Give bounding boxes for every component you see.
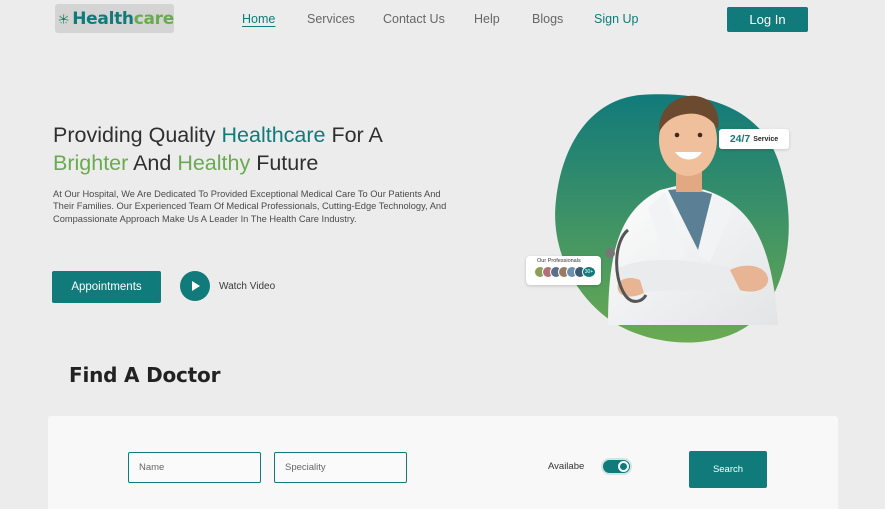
logo[interactable]: Healthcare [55,4,174,33]
speciality-input[interactable] [274,452,407,483]
toggle-knob [618,461,629,472]
play-icon[interactable] [180,271,210,301]
login-button[interactable]: Log In [727,7,808,32]
search-button[interactable]: Search [689,451,767,488]
nav-contact-link[interactable]: Contact Us [383,12,445,26]
professionals-count: 30+ [582,266,596,278]
nav-help-link[interactable]: Help [474,12,500,26]
available-label: Availabe [548,461,585,472]
brand-name: Healthcare [72,8,174,29]
watch-video-label: Watch Video [219,280,276,292]
hero-title: Providing Quality Healthcare For A Brigh… [53,123,383,175]
professionals-label: Our Professionals [537,258,581,264]
name-input[interactable] [128,452,261,483]
watch-video-button[interactable]: Watch Video [180,271,275,301]
nav-services-link[interactable]: Services [307,12,355,26]
find-doctor-title: Find A Doctor [69,363,221,387]
hero-description: At Our Hospital, We Are Dedicated To Pro… [53,189,447,224]
nav-home-link[interactable]: Home [242,12,275,26]
tree-logo-icon [58,13,69,24]
professionals-avatars: 30+ [534,266,596,278]
service-badge: 24/7 Service [719,129,789,149]
nav-blogs-link[interactable]: Blogs [532,12,563,26]
available-toggle[interactable] [601,458,632,475]
nav-signup-link[interactable]: Sign Up [594,12,638,26]
appointments-button[interactable]: Appointments [52,271,161,303]
professionals-card: Our Professionals 30+ [526,256,601,285]
